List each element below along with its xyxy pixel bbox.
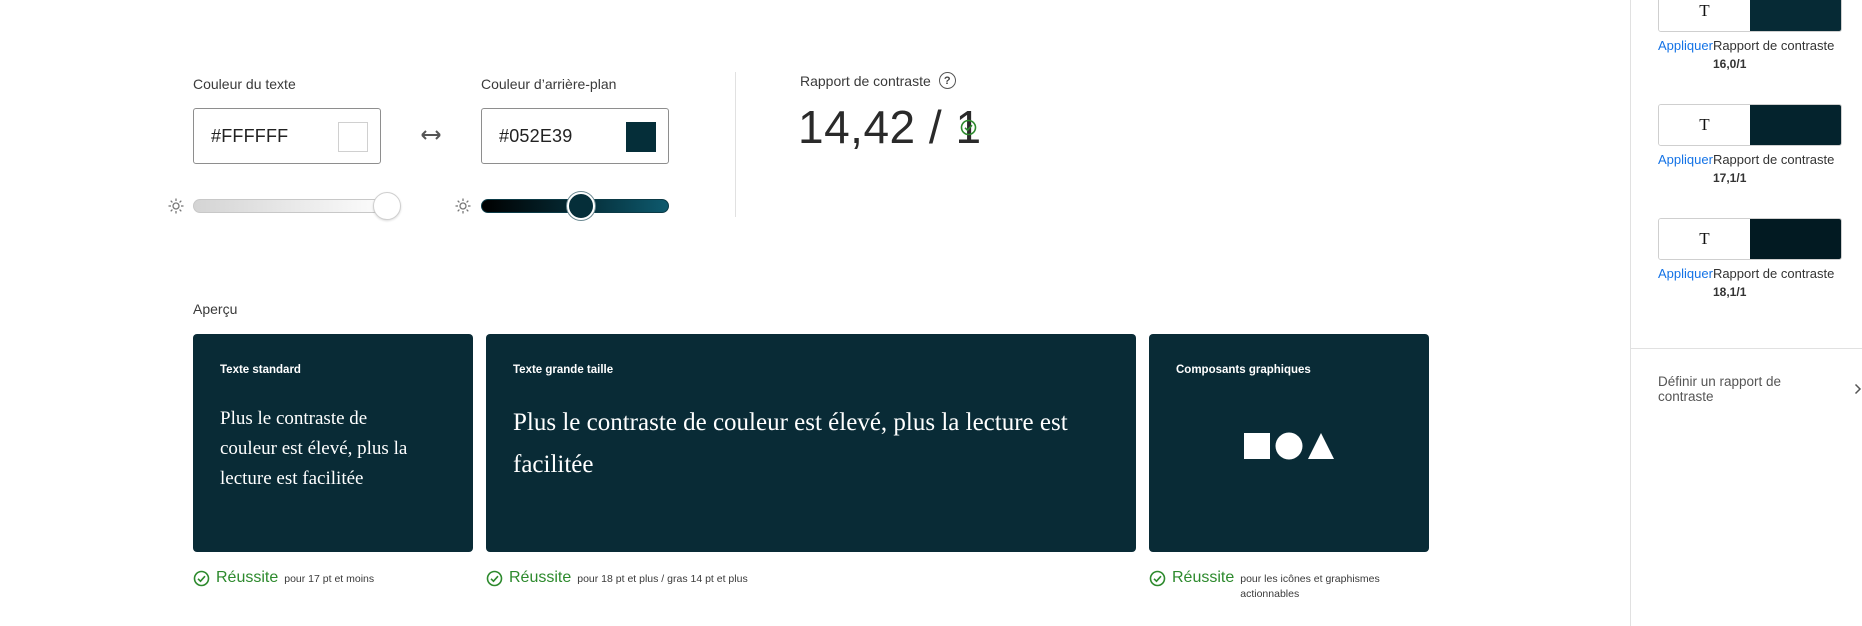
help-icon[interactable]: ? <box>938 72 956 89</box>
result-standard: Réussite pour 17 pt et moins <box>193 568 374 588</box>
background-color-label: Couleur d’arrière-plan <box>481 76 617 92</box>
suggestion-swatch <box>1750 0 1841 31</box>
text-color-swatch[interactable] <box>338 122 368 152</box>
check-circle-icon <box>960 119 977 136</box>
brightness-icon <box>455 198 471 214</box>
suggestion-ratio-value: 17,1/1 <box>1713 171 1747 185</box>
main-area: Couleur du texte #FFFFFF Couleur d’arriè… <box>0 0 1630 626</box>
define-ratio-label: Définir un rapport de contraste <box>1658 374 1782 404</box>
suggestion-ratio-value: 18,1/1 <box>1713 285 1747 299</box>
text-color-label: Couleur du texte <box>193 76 296 92</box>
card-title: Texte standard <box>220 364 301 376</box>
suggestion-item: T Appliquer Rapport de contraste 16,0/1 <box>1658 0 1842 71</box>
text-color-input[interactable]: #FFFFFF <box>193 108 381 164</box>
card-title: Texte grande taille <box>513 364 614 376</box>
result-graphics: Réussite pour les icônes et graphismes a… <box>1149 568 1380 602</box>
preview-card-large: Texte grande taille Plus le contraste de… <box>486 334 1136 552</box>
text-brightness-slider[interactable] <box>193 199 398 213</box>
define-ratio-button[interactable]: Définir un rapport de contraste <box>1658 374 1862 404</box>
pass-status: Réussite <box>216 569 279 586</box>
contrast-ratio-label: Rapport de contraste ? <box>800 72 956 89</box>
contrast-ratio-value: 14,42 / 1 <box>798 101 982 153</box>
suggestion-swatch <box>1750 219 1841 259</box>
suggestion-ratio-label: Rapport de contraste <box>1712 38 1835 53</box>
check-circle-icon <box>193 570 210 587</box>
suggestion-ratio-value: 16,0/1 <box>1713 57 1747 71</box>
brightness-icon <box>168 198 184 214</box>
suggestion-preview: T <box>1658 218 1842 260</box>
suggestions-sidebar: T Appliquer Rapport de contraste 16,0/1 … <box>1630 0 1862 626</box>
triangle-icon <box>1308 433 1334 459</box>
card-sample-text: Plus le contraste de couleur est élevé, … <box>513 409 1068 478</box>
check-circle-icon <box>1149 570 1166 587</box>
background-color-hex[interactable]: #052E39 <box>499 126 572 147</box>
circle-icon <box>1275 432 1303 460</box>
pass-status: Réussite <box>509 569 572 586</box>
sidebar-divider <box>1631 348 1862 349</box>
pass-note: pour 18 pt et plus / gras 14 pt et plus <box>577 573 748 585</box>
pass-status: Réussite <box>1172 569 1235 586</box>
suggestion-preview: T <box>1658 0 1842 32</box>
suggestion-item: T Appliquer Rapport de contraste 17,1/1 <box>1658 104 1842 185</box>
section-divider <box>735 72 736 217</box>
text-brightness-thumb[interactable] <box>373 192 401 220</box>
check-circle-icon <box>486 570 503 587</box>
apply-link[interactable]: Appliquer <box>1658 38 1713 53</box>
pass-note: pour 17 pt et moins <box>284 573 375 585</box>
suggestion-preview: T <box>1658 104 1842 146</box>
suggestion-text-sample: T <box>1659 0 1750 31</box>
apply-link[interactable]: Appliquer <box>1658 266 1713 281</box>
background-brightness-thumb[interactable] <box>567 192 595 220</box>
text-color-hex[interactable]: #FFFFFF <box>211 126 288 147</box>
card-sample-text: Plus le contraste de couleur est élevé, … <box>220 408 408 489</box>
square-icon <box>1244 433 1270 459</box>
result-large: Réussite pour 18 pt et plus / gras 14 pt… <box>486 568 748 588</box>
background-color-swatch[interactable] <box>626 122 656 152</box>
graphic-shapes <box>1243 432 1335 460</box>
pass-note: pour les icônes et graphismes actionnabl… <box>1240 573 1380 600</box>
chevron-right-icon <box>1854 383 1862 395</box>
preview-card-graphics: Composants graphiques <box>1149 334 1429 552</box>
apply-link[interactable]: Appliquer <box>1658 152 1713 167</box>
suggestion-text-sample: T <box>1659 105 1750 145</box>
preview-card-standard: Texte standard Plus le contraste de coul… <box>193 334 473 552</box>
suggestion-ratio-label: Rapport de contraste <box>1712 266 1835 281</box>
swap-colors-icon[interactable] <box>420 124 442 146</box>
contrast-ratio-label-text: Rapport de contraste <box>800 72 931 89</box>
preview-label: Aperçu <box>193 301 238 317</box>
card-title: Composants graphiques <box>1176 364 1311 376</box>
suggestion-item: T Appliquer Rapport de contraste 18,1/1 <box>1658 218 1842 299</box>
suggestion-ratio-label: Rapport de contraste <box>1712 152 1835 167</box>
background-color-input[interactable]: #052E39 <box>481 108 669 164</box>
suggestion-text-sample: T <box>1659 219 1750 259</box>
suggestion-swatch <box>1750 105 1841 145</box>
